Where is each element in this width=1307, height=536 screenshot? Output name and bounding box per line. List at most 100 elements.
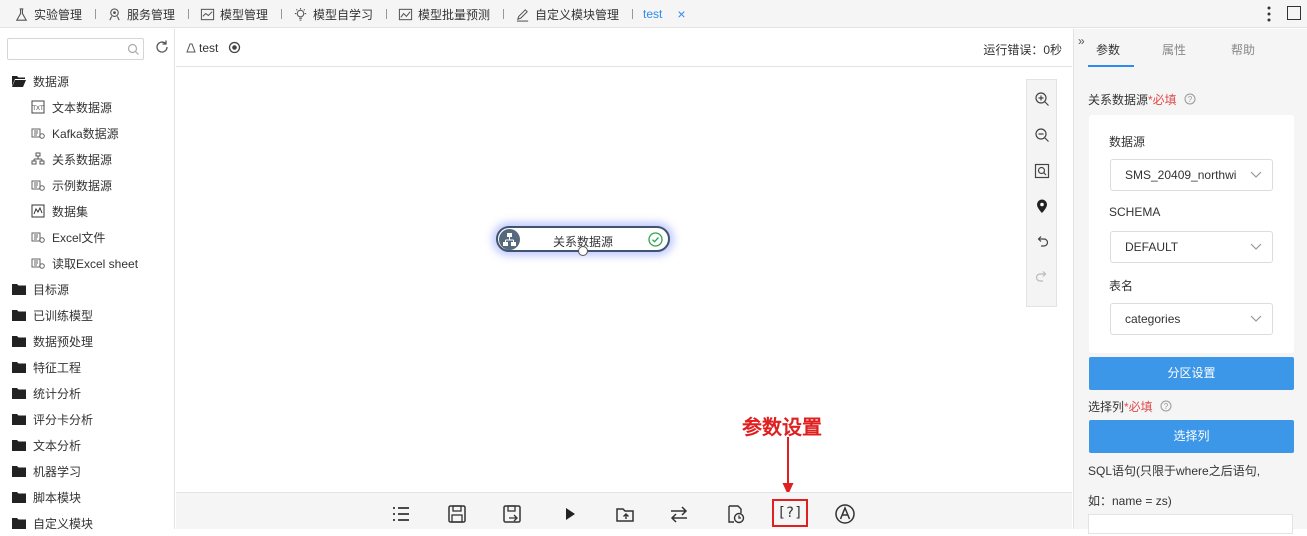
tree-item[interactable]: 数据集 (0, 198, 175, 224)
tree-item[interactable]: TXT 文本数据源 (0, 94, 175, 120)
sql-hint-line-1: SQL语句(只限于where之后语句, (1088, 464, 1261, 478)
schema-value: DEFAULT (1125, 240, 1179, 254)
tree-label: 数据源 (33, 74, 70, 89)
component-panel: 数据源 TXT 文本数据源 Kafka数据源关系数据源示例数据源数据集 Excel文件读… (0, 29, 175, 531)
tree-folder[interactable]: 文本分析 (0, 432, 175, 458)
locate-icon[interactable] (1034, 198, 1050, 214)
select-column-text: 选择列 (1088, 400, 1125, 414)
collapse-panel-icon[interactable]: » (1078, 34, 1085, 48)
table-select[interactable]: categories (1110, 303, 1273, 335)
schema-select[interactable]: DEFAULT (1110, 231, 1273, 263)
select-column-button[interactable]: 选择列 (1089, 420, 1294, 453)
sql-input[interactable] (1088, 514, 1293, 534)
tab-service-management[interactable]: 服务管理 (107, 0, 175, 28)
param-settings-button[interactable]: [?] (772, 499, 808, 527)
close-icon[interactable]: × (677, 6, 685, 22)
tree-label: 统计分析 (33, 386, 82, 401)
workflow-canvas[interactable] (176, 68, 1072, 492)
tree-folder[interactable]: 脚本模块 (0, 484, 175, 510)
folder-icon (12, 309, 26, 321)
svg-text:TXT: TXT (32, 106, 44, 112)
more-vertical-icon[interactable] (1263, 5, 1275, 23)
tab-model-management[interactable]: 模型管理 (200, 0, 268, 28)
redo-icon[interactable] (1034, 269, 1050, 285)
tab-batch-prediction[interactable]: 模型批量预测 (398, 0, 490, 28)
tab-params[interactable]: 参数 (1096, 41, 1120, 58)
tree-label: 示例数据源 (52, 178, 113, 193)
tree-folder[interactable]: 数据预处理 (0, 328, 175, 354)
table-label: 表名 (1109, 279, 1134, 293)
tree-item[interactable]: Excel文件 (0, 224, 175, 250)
tab-label: 实验管理 (34, 7, 83, 22)
tab-help[interactable]: 帮助 (1231, 41, 1255, 58)
tab-experiment-management[interactable]: 实验管理 (14, 0, 82, 28)
zoom-in-icon[interactable] (1034, 91, 1050, 107)
experiment-icon (186, 43, 196, 53)
tree-folder[interactable]: 自定义模块 (0, 510, 175, 536)
refresh-icon[interactable] (154, 39, 170, 55)
source-icon (31, 126, 45, 140)
maximize-icon[interactable] (1287, 6, 1301, 20)
help-icon[interactable]: ? (1184, 93, 1196, 105)
tree-folder[interactable]: 已训练模型 (0, 302, 175, 328)
annotation-arrow (782, 437, 794, 495)
schema-label: SCHEMA (1109, 205, 1161, 219)
folder-icon (12, 283, 26, 295)
select-column-title: 选择列*必填 (1088, 398, 1153, 415)
source-icon (31, 256, 45, 270)
tree-folder[interactable]: 机器学习 (0, 458, 175, 484)
tree-folder[interactable]: 目标源 (0, 276, 175, 302)
tree-folder[interactable]: 特征工程 (0, 354, 175, 380)
settings-icon[interactable] (228, 41, 241, 54)
auto-icon[interactable] (834, 503, 856, 525)
tree-label: 文本数据源 (52, 100, 113, 115)
sql-hint-line-2: 如：name = zs) (1088, 494, 1172, 508)
tree-folder[interactable]: 评分卡分析 (0, 406, 175, 432)
datasource-value: SMS_20409_northwi (1125, 168, 1237, 182)
tree-item[interactable]: Kafka数据源 (0, 120, 175, 146)
save-icon[interactable] (446, 503, 468, 525)
node-output-port[interactable] (578, 246, 588, 256)
swap-icon[interactable] (668, 503, 690, 525)
export-icon[interactable] (614, 503, 636, 525)
help-icon[interactable]: ? (1160, 400, 1172, 412)
lightbulb-icon (294, 7, 307, 21)
active-tab-indicator (1088, 65, 1134, 67)
save-as-icon[interactable] (501, 503, 523, 525)
zoom-out-icon[interactable] (1034, 127, 1050, 143)
tab-custom-module-management[interactable]: 自定义模块管理 (515, 0, 619, 28)
pencil-doc-icon (516, 8, 529, 22)
tree-folder[interactable]: 统计分析 (0, 380, 175, 406)
chevron-down-icon (1250, 243, 1262, 250)
tree-folder[interactable]: 数据源 (0, 68, 175, 94)
tree-label: 评分卡分析 (33, 412, 94, 427)
list-icon[interactable] (390, 503, 412, 525)
tab-model-self-learning[interactable]: 模型自学习 (293, 0, 373, 28)
folder-icon (12, 413, 26, 425)
tab-properties[interactable]: 属性 (1162, 41, 1186, 58)
tree-item[interactable]: 关系数据源 (0, 146, 175, 172)
datasource-card: 数据源 SMS_20409_northwi SCHEMA DEFAULT 表名 … (1089, 115, 1294, 353)
search-input[interactable] (8, 39, 118, 59)
tree-label: 脚本模块 (33, 490, 82, 505)
datasource-select[interactable]: SMS_20409_northwi (1110, 159, 1273, 191)
table-value: categories (1125, 312, 1181, 326)
schedule-icon[interactable] (724, 503, 746, 525)
fit-view-icon[interactable] (1034, 163, 1050, 179)
undo-icon[interactable] (1034, 234, 1050, 250)
run-icon[interactable] (559, 503, 581, 525)
tree-item[interactable]: 读取Excel sheet (0, 250, 175, 276)
workflow-node[interactable]: 关系数据源 (496, 226, 670, 256)
tab-label: 模型批量预测 (418, 7, 491, 22)
search-box[interactable] (7, 38, 144, 60)
svg-text:?: ? (1164, 402, 1169, 411)
relation-icon (31, 152, 45, 166)
tab-test[interactable]: test × (643, 0, 686, 28)
folder-icon (12, 439, 26, 451)
tab-label: test (643, 7, 663, 21)
flask-icon (15, 7, 28, 21)
tree-label: 目标源 (33, 282, 70, 297)
tree-item[interactable]: 示例数据源 (0, 172, 175, 198)
partition-settings-button[interactable]: 分区设置 (1089, 357, 1294, 390)
tree-label: Kafka数据源 (52, 126, 119, 141)
